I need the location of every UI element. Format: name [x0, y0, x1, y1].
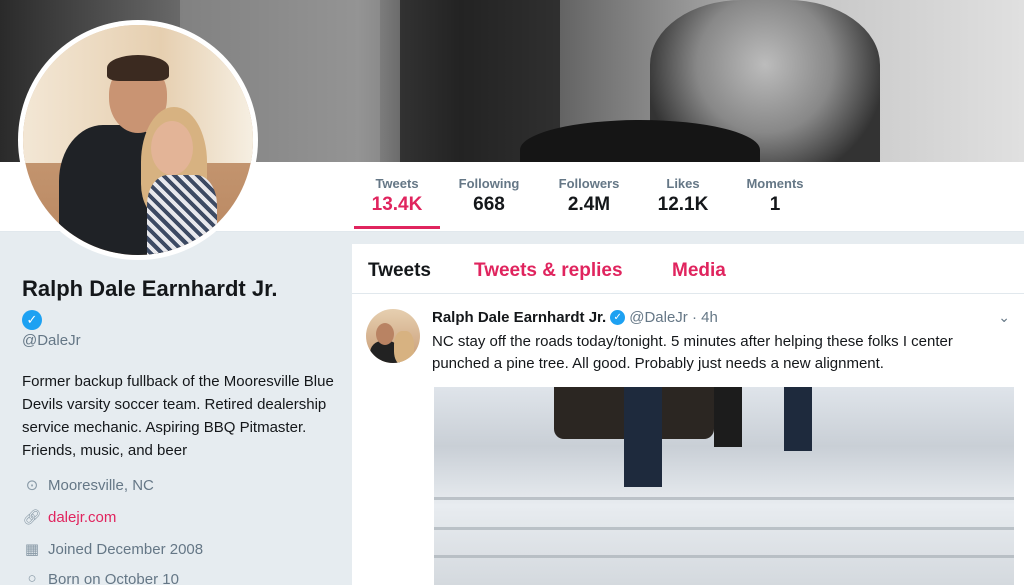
- stat-followers[interactable]: Followers 2.4M: [544, 176, 634, 216]
- profile-bio: Former backup fullback of the Mooresvill…: [22, 373, 334, 459]
- tweet-photo[interactable]: [434, 387, 1014, 585]
- tab-media[interactable]: Media: [672, 260, 726, 282]
- profile-handle[interactable]: @DaleJr: [22, 332, 81, 349]
- tweet-header: Ralph Dale Earnhardt Jr. ✓ @DaleJr · 4h: [432, 309, 718, 326]
- tab-tweets-replies[interactable]: Tweets & replies: [474, 260, 623, 282]
- tab-tweets[interactable]: Tweets: [368, 260, 431, 282]
- stat-moments[interactable]: Moments 1: [730, 176, 820, 216]
- tweet-handle-time[interactable]: @DaleJr · 4h: [629, 309, 718, 326]
- stat-value: 668: [473, 194, 505, 215]
- profile-joined: ▦ Joined December 2008: [22, 540, 204, 559]
- location-pin-icon: ⊙: [25, 477, 39, 494]
- stat-following[interactable]: Following 668: [444, 176, 534, 216]
- calendar-icon: ▦: [24, 541, 40, 558]
- stat-label: Followers: [558, 176, 620, 191]
- stat-label: Following: [458, 176, 520, 191]
- stat-value: 13.4K: [371, 194, 423, 215]
- tweet-text: NC stay off the roads today/tonight. 5 m…: [432, 333, 953, 372]
- birthday-balloon-icon: ○: [27, 570, 37, 585]
- website-link[interactable]: dalejr.com: [48, 509, 116, 526]
- verified-badge-icon: ✓: [610, 310, 626, 325]
- location-text: Mooresville, NC: [48, 476, 154, 494]
- stat-value: 1: [769, 194, 781, 215]
- tweet[interactable]: Ralph Dale Earnhardt Jr. ✓ @DaleJr · 4h …: [352, 295, 1024, 585]
- profile-avatar[interactable]: [18, 20, 258, 260]
- profile-birthday: ○ Born on October 10: [22, 570, 179, 585]
- tweet-avatar[interactable]: [366, 309, 420, 363]
- profile-location: ⊙ Mooresville, NC: [22, 476, 154, 495]
- link-icon: 🔗︎: [22, 509, 42, 526]
- timeline: Tweets Tweets & replies Media Ralph Dale…: [352, 244, 1024, 585]
- profile-sidebar: Ralph Dale Earnhardt Jr. ✓ @DaleJr Forme…: [0, 232, 350, 585]
- chevron-down-icon[interactable]: ⌄: [998, 309, 1010, 326]
- stat-label: Moments: [746, 176, 804, 191]
- profile-name[interactable]: Ralph Dale Earnhardt Jr.: [22, 276, 278, 302]
- stat-likes[interactable]: Likes 12.1K: [638, 176, 728, 216]
- stat-value: 2.4M: [567, 194, 611, 215]
- stat-value: 12.1K: [657, 194, 709, 215]
- stat-tweets[interactable]: Tweets 13.4K: [352, 176, 442, 229]
- born-text: Born on October 10: [48, 570, 179, 585]
- profile-website[interactable]: 🔗︎ dalejr.com: [22, 508, 116, 527]
- verified-badge-icon: ✓: [22, 310, 42, 330]
- tweet-author[interactable]: Ralph Dale Earnhardt Jr.: [432, 309, 606, 326]
- timeline-tabs: Tweets Tweets & replies Media: [352, 244, 1024, 294]
- joined-text: Joined December 2008: [48, 540, 204, 558]
- stat-label: Tweets: [375, 176, 419, 191]
- active-tab-underline: [354, 226, 440, 229]
- stat-label: Likes: [666, 176, 700, 191]
